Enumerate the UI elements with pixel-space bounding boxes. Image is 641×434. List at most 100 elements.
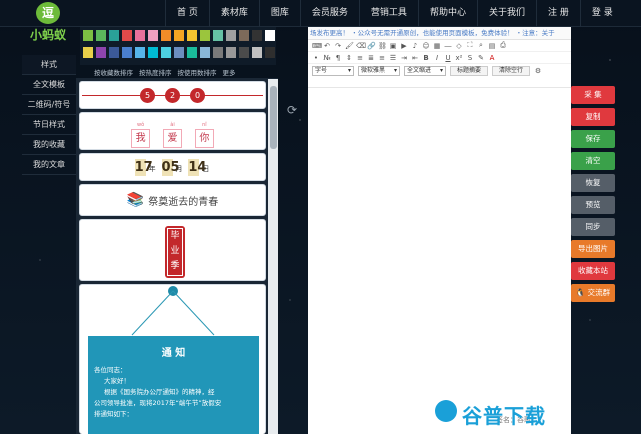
restore-button[interactable]: 恢复 bbox=[571, 174, 615, 192]
color-swatch[interactable] bbox=[161, 46, 171, 58]
template-pinyin[interactable]: wǒ 我 ài 爱 nǐ 你 bbox=[79, 112, 266, 150]
template-youth[interactable]: 📚 祭奠逝去的青春 bbox=[79, 184, 266, 216]
color-swatch[interactable] bbox=[148, 46, 158, 58]
color-swatch[interactable] bbox=[252, 46, 262, 58]
bullet-list-icon[interactable]: • bbox=[312, 54, 320, 62]
tab-sort-usage[interactable]: 按使用数排序 bbox=[178, 67, 217, 77]
outdent-icon[interactable]: ⇤ bbox=[411, 54, 419, 62]
nav-marketing-tools[interactable]: 营销工具 bbox=[358, 0, 418, 27]
undo-icon[interactable]: ↶ bbox=[323, 42, 331, 50]
nav-register[interactable]: 注 册 bbox=[535, 0, 580, 27]
preview-button[interactable]: 预览 bbox=[571, 196, 615, 214]
color-swatch[interactable] bbox=[265, 46, 275, 58]
sidebar-item-my-articles[interactable]: 我的文章 bbox=[22, 155, 76, 175]
bold-icon[interactable]: B bbox=[422, 54, 430, 62]
color-swatch[interactable] bbox=[213, 30, 223, 41]
chat-group-button[interactable]: 🐧 交流群 bbox=[571, 284, 615, 302]
sync-button[interactable]: 同步 bbox=[571, 218, 615, 236]
align-left-icon[interactable]: ≡ bbox=[356, 54, 364, 62]
nav-help[interactable]: 帮助中心 bbox=[417, 0, 477, 27]
nav-about[interactable]: 关于我们 bbox=[476, 0, 536, 27]
template-graduation[interactable]: 毕业季 bbox=[79, 219, 266, 281]
highlight-icon[interactable]: ✎ bbox=[477, 54, 485, 62]
table-icon[interactable]: ▦ bbox=[433, 42, 441, 50]
video-icon[interactable]: ▶ bbox=[400, 42, 408, 50]
fullscreen-icon[interactable]: ⛶ bbox=[466, 41, 474, 50]
indent-icon[interactable]: ⇥ bbox=[400, 54, 408, 62]
color-swatch[interactable] bbox=[187, 46, 197, 58]
link-icon[interactable]: 🔗 bbox=[367, 42, 376, 50]
redo-icon[interactable]: ↷ bbox=[334, 42, 342, 50]
nav-login[interactable]: 登 录 bbox=[579, 0, 624, 27]
site-logo[interactable]: 逗 小蚂蚁 bbox=[24, 2, 72, 46]
copy-button[interactable]: 复制 bbox=[571, 108, 615, 126]
paragraph-icon[interactable]: ¶ bbox=[334, 54, 342, 62]
template-numbers[interactable]: 5 2 0 bbox=[79, 81, 266, 109]
color-swatch[interactable] bbox=[265, 30, 275, 41]
editor-content-area[interactable] bbox=[308, 87, 571, 434]
color-swatch[interactable] bbox=[226, 46, 236, 58]
sidebar-item-qrcode[interactable]: 二维码/符号 bbox=[22, 95, 76, 115]
color-swatch[interactable] bbox=[213, 46, 223, 58]
color-swatch[interactable] bbox=[161, 30, 171, 41]
title-summary-button[interactable]: 标题摘要 bbox=[450, 66, 489, 76]
color-swatch[interactable] bbox=[200, 46, 210, 58]
template-notice[interactable]: 通 知 各位同志： 大家好！ 根据《国务院办公厅通知》的精神，经 公司领导批准，… bbox=[79, 284, 266, 434]
sidebar-item-full-template[interactable]: 全文模板 bbox=[22, 75, 76, 95]
bookmark-site-button[interactable]: 收藏本站 bbox=[571, 262, 615, 280]
tab-sort-hot[interactable]: 按热度排序 bbox=[139, 67, 172, 77]
save-button[interactable]: 保存 bbox=[571, 130, 615, 148]
color-swatch[interactable] bbox=[109, 46, 119, 58]
tab-sort-favorites[interactable]: 按收藏数排序 bbox=[94, 67, 133, 77]
nav-membership[interactable]: 会员服务 bbox=[299, 0, 359, 27]
unlink-icon[interactable]: ⛓ bbox=[378, 42, 387, 50]
color-swatch[interactable] bbox=[174, 30, 184, 41]
clear-empty-lines-button[interactable]: 清除空行 bbox=[492, 66, 531, 76]
color-swatch[interactable] bbox=[122, 30, 132, 41]
nav-materials[interactable]: 素材库 bbox=[208, 0, 259, 27]
color-swatch[interactable] bbox=[96, 46, 106, 58]
color-swatch[interactable] bbox=[96, 30, 106, 41]
font-family-select[interactable]: 微软雅黑 ▾ bbox=[358, 66, 400, 76]
underline-icon[interactable]: U bbox=[444, 54, 452, 62]
tab-more[interactable]: 更多 bbox=[223, 67, 236, 77]
html-icon[interactable]: ⌨ bbox=[312, 42, 322, 50]
color-swatch[interactable] bbox=[239, 46, 249, 58]
emoji-icon[interactable]: ☺ bbox=[422, 42, 430, 50]
export-image-button[interactable]: 导出图片 bbox=[571, 240, 615, 258]
strikethrough-icon[interactable]: S bbox=[466, 54, 474, 62]
search-icon[interactable]: ⌕ bbox=[477, 41, 485, 50]
color-swatch[interactable] bbox=[83, 30, 93, 41]
align-justify-icon[interactable]: ☰ bbox=[389, 54, 397, 62]
superscript-icon[interactable]: x² bbox=[455, 54, 463, 62]
color-swatch[interactable] bbox=[252, 30, 262, 41]
sidebar-item-holiday[interactable]: 节日样式 bbox=[22, 115, 76, 135]
align-center-icon[interactable]: ≣ bbox=[367, 54, 375, 62]
color-swatch[interactable] bbox=[122, 46, 132, 58]
spacing-icon[interactable]: ⇕ bbox=[345, 54, 353, 62]
collect-button[interactable]: 采 集 bbox=[571, 86, 615, 104]
color-swatch[interactable] bbox=[187, 30, 197, 41]
template-date[interactable]: 17年 05月 14日 bbox=[79, 153, 266, 181]
sidebar-item-favorites[interactable]: 我的收藏 bbox=[22, 135, 76, 155]
indent-select[interactable]: 全文缩进 ▾ bbox=[404, 66, 446, 76]
preview-icon[interactable]: ▤ bbox=[488, 42, 496, 50]
format-brush-icon[interactable]: 🖌 bbox=[345, 42, 354, 50]
color-swatch[interactable] bbox=[109, 30, 119, 41]
color-swatch[interactable] bbox=[83, 46, 93, 58]
font-color-icon[interactable]: A bbox=[488, 54, 496, 62]
italic-icon[interactable]: I bbox=[433, 54, 441, 62]
hr-icon[interactable]: ― bbox=[444, 42, 452, 50]
image-icon[interactable]: ▣ bbox=[389, 42, 397, 50]
eraser-icon[interactable]: ⌫ bbox=[356, 42, 366, 50]
color-swatch[interactable] bbox=[148, 30, 158, 41]
sidebar-item-style[interactable]: 样式 bbox=[22, 55, 76, 75]
music-icon[interactable]: ♪ bbox=[411, 42, 419, 50]
template-scrollbar-thumb[interactable] bbox=[270, 86, 277, 149]
nav-home[interactable]: 首 页 bbox=[165, 0, 209, 27]
nav-gallery[interactable]: 图库 bbox=[258, 0, 300, 27]
color-swatch[interactable] bbox=[174, 46, 184, 58]
print-icon[interactable]: ⎙ bbox=[499, 41, 507, 50]
color-swatch[interactable] bbox=[239, 30, 249, 41]
color-swatch[interactable] bbox=[135, 46, 145, 58]
